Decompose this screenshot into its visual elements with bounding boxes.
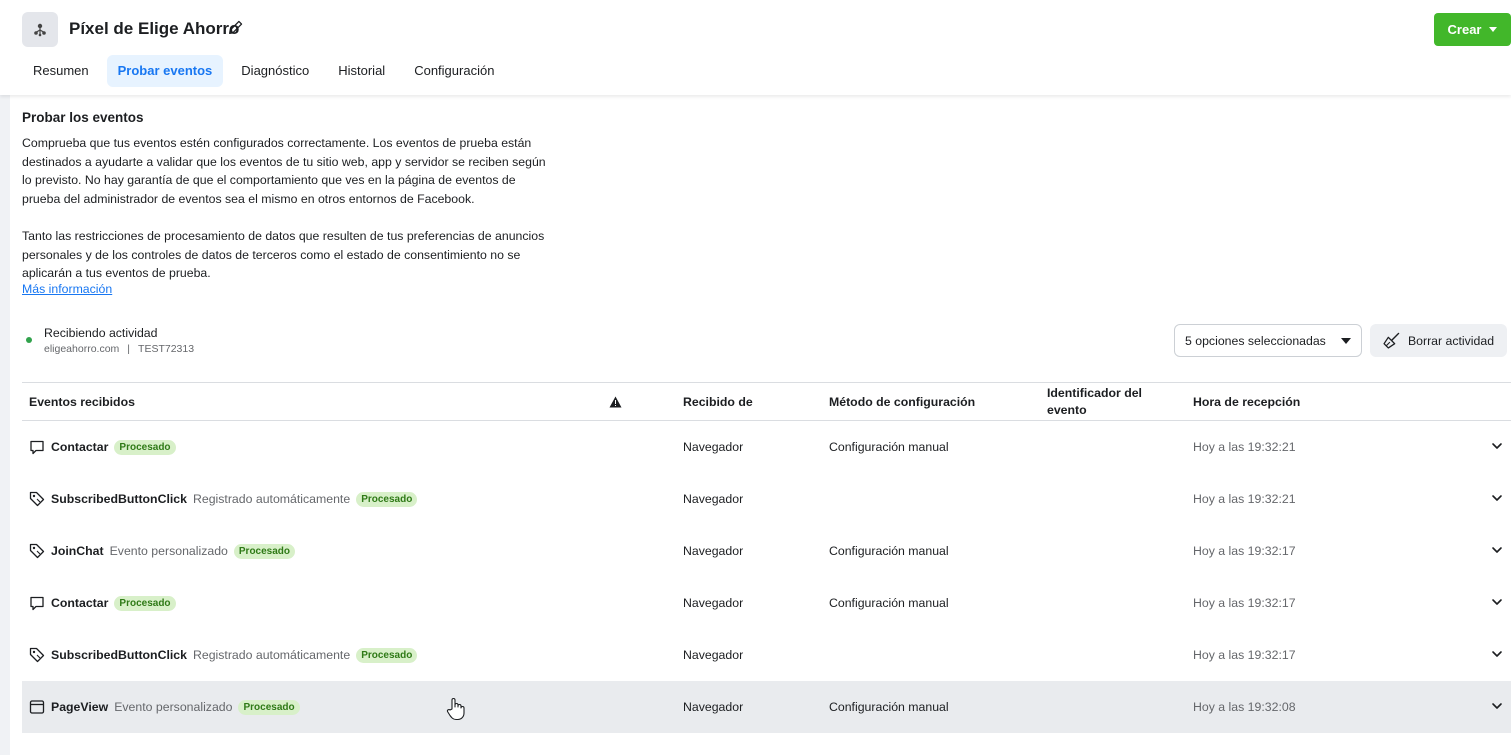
method-cell: Configuración manual	[829, 700, 949, 714]
tab-probar-eventos[interactable]: Probar eventos	[106, 55, 224, 87]
received-from-cell: Navegador	[683, 440, 744, 454]
event-name: SubscribedButtonClick	[51, 492, 187, 506]
col-header-events: Eventos recibidos	[29, 394, 135, 409]
page-header: Píxel de Elige Ahorro Crear Resumen Prob…	[0, 0, 1511, 95]
chevron-down-icon[interactable]	[1490, 439, 1504, 453]
event-name: Contactar	[51, 440, 109, 454]
tab-historial[interactable]: Historial	[327, 55, 396, 87]
table-row[interactable]: Contactar Procesado Navegador Configuración…	[22, 577, 1511, 629]
pencil-edit-icon[interactable]	[227, 19, 244, 36]
table-row[interactable]: SubscribedButtonClick Registrado automáti…	[22, 473, 1511, 525]
chevron-down-icon[interactable]	[1490, 491, 1504, 505]
method-cell: Configuración manual	[829, 596, 949, 610]
event-name: PageView	[51, 700, 109, 714]
event-cell: Contactar Procesado	[29, 421, 176, 473]
status-badge: Procesado	[356, 491, 418, 507]
time-cell: Hoy a las 19:32:21	[1193, 492, 1296, 506]
clear-activity-button[interactable]: Borrar actividad	[1370, 324, 1507, 357]
pixel-icon	[22, 12, 58, 47]
received-from-cell: Navegador	[683, 648, 744, 662]
chat-icon	[29, 595, 51, 611]
time-cell: Hoy a las 19:32:08	[1193, 700, 1296, 714]
hand-cursor-icon	[446, 698, 465, 721]
event-cell: SubscribedButtonClick Registrado automáti…	[29, 629, 418, 681]
intro-paragraph-1: Comprueba que tus eventos estén configur…	[22, 136, 546, 206]
col-header-event-id: Identificador del evento	[1047, 383, 1142, 420]
event-filter-select[interactable]: 5 opciones seleccionadas	[1174, 324, 1362, 357]
more-info-link[interactable]: Más información	[22, 282, 112, 296]
received-from-cell: Navegador	[683, 700, 744, 714]
col-header-time: Hora de recepción	[1193, 394, 1301, 409]
method-cell: Configuración manual	[829, 440, 949, 454]
status-badge: Procesado	[233, 543, 296, 559]
time-cell: Hoy a las 19:32:17	[1193, 596, 1296, 610]
tab-bar: Resumen Probar eventos Diagnóstico Histo…	[22, 55, 512, 87]
time-cell: Hoy a las 19:32:17	[1193, 648, 1296, 662]
table-row[interactable]: PageView Evento personalizado Procesado Nav…	[22, 681, 1511, 733]
event-cell: PageView Evento personalizado Procesado	[29, 681, 300, 733]
event-filter-label: 5 opciones seleccionadas	[1185, 333, 1326, 348]
event-type: Registrado automáticamente	[192, 648, 351, 662]
event-type: Evento personalizado	[114, 700, 233, 714]
received-from-cell: Navegador	[683, 596, 744, 610]
status-label: Recibiendo actividad	[44, 326, 158, 340]
col-header-method: Método de configuración	[829, 394, 976, 409]
event-type: Registrado automáticamente	[192, 492, 351, 506]
page-left-edge	[0, 95, 10, 755]
chevron-down-icon[interactable]	[1490, 699, 1504, 713]
status-badge: Procesado	[356, 647, 418, 663]
page-title: Píxel de Elige Ahorro	[69, 19, 240, 38]
chat-icon	[29, 439, 51, 455]
warning-icon[interactable]	[609, 383, 622, 420]
status-badge: Procesado	[114, 595, 176, 611]
tag-icon	[29, 647, 51, 663]
event-cell: Contactar Procesado	[29, 577, 176, 629]
status-test-code: TEST72313	[138, 343, 195, 355]
intro-paragraph-2: Tanto las restricciones de procesamiento…	[22, 229, 545, 280]
event-name: SubscribedButtonClick	[51, 648, 187, 662]
col-header-received-from: Recibido de	[683, 394, 753, 409]
time-cell: Hoy a las 19:32:17	[1193, 544, 1296, 558]
tab-configuracion[interactable]: Configuración	[403, 55, 505, 87]
status-badge: Procesado	[238, 699, 300, 715]
tag-icon	[29, 543, 51, 559]
tab-diagnostico[interactable]: Diagnóstico	[230, 55, 320, 87]
status-domain: eligeahorro.com	[44, 343, 120, 355]
received-from-cell: Navegador	[683, 492, 744, 506]
tag-icon	[29, 491, 51, 507]
method-cell: Configuración manual	[829, 544, 949, 558]
event-cell: SubscribedButtonClick Registrado automáti…	[29, 473, 418, 525]
status-dot-icon	[26, 337, 32, 343]
event-name: JoinChat	[51, 544, 104, 558]
chevron-down-icon[interactable]	[1490, 543, 1504, 557]
caret-down-icon	[1341, 337, 1351, 344]
create-button-label: Crear	[1447, 22, 1482, 37]
received-from-cell: Navegador	[683, 544, 744, 558]
table-row[interactable]: JoinChat Evento personalizado Procesado Nav…	[22, 525, 1511, 577]
table-body: Contactar Procesado Navegador Configuración…	[22, 421, 1511, 733]
create-button[interactable]: Crear	[1434, 13, 1511, 46]
events-table: Eventos recibidos Recibido de Método de …	[22, 382, 1511, 733]
event-cell: JoinChat Evento personalizado Procesado	[29, 525, 296, 577]
status-separator: |	[127, 343, 131, 355]
caret-down-icon	[1489, 27, 1498, 32]
event-name: Contactar	[51, 596, 109, 610]
col-header-event-id-line1: Identificador del	[1047, 385, 1142, 400]
table-row[interactable]: SubscribedButtonClick Registrado automáti…	[22, 629, 1511, 681]
table-header: Eventos recibidos Recibido de Método de …	[22, 382, 1511, 421]
clear-activity-label: Borrar actividad	[1407, 333, 1495, 348]
time-cell: Hoy a las 19:32:21	[1193, 440, 1296, 454]
col-header-event-id-line2: evento	[1047, 402, 1087, 417]
broom-icon	[1383, 332, 1400, 349]
event-type: Evento personalizado	[109, 544, 228, 558]
chevron-down-icon[interactable]	[1490, 647, 1504, 661]
status-meta: eligeahorro.com | TEST72313	[44, 343, 194, 355]
status-badge: Procesado	[114, 439, 176, 455]
chevron-down-icon[interactable]	[1490, 595, 1504, 609]
page-icon	[29, 699, 51, 715]
table-row[interactable]: Contactar Procesado Navegador Configuración…	[22, 421, 1511, 473]
section-title: Probar los eventos	[22, 110, 144, 125]
tab-resumen[interactable]: Resumen	[22, 55, 100, 87]
